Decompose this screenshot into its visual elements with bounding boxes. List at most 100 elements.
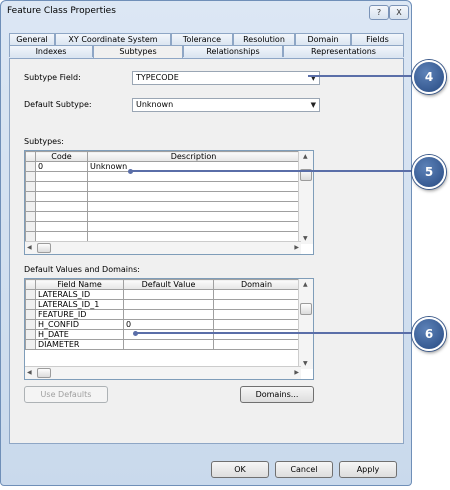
row-header[interactable] [25,329,36,340]
domain-cell[interactable] [213,339,300,350]
table-row[interactable] [25,211,300,222]
column-header-description[interactable]: Description [87,151,300,162]
tab-general[interactable]: General [9,33,55,45]
empty-cell[interactable] [87,231,300,242]
close-button[interactable]: X [389,5,409,20]
field-name-cell[interactable]: H_DATE [35,329,124,340]
row-header[interactable] [25,299,36,310]
default-value-cell[interactable]: 0 [123,319,214,330]
table-row[interactable]: DIAMETER [25,339,300,350]
subtype-field-select[interactable]: TYPECODE ▼ [132,71,320,85]
default-value-cell[interactable] [123,299,214,310]
tab-relationships[interactable]: Relationships [183,45,283,57]
tab-indexes[interactable]: Indexes [9,45,93,57]
domain-cell[interactable] [213,289,300,300]
row-header[interactable] [25,339,36,350]
domain-cell[interactable] [213,319,300,330]
empty-cell[interactable] [87,201,300,212]
empty-cell[interactable] [35,221,88,232]
table-row[interactable]: FEATURE_ID [25,309,300,320]
scroll-down-arrow-icon[interactable]: ▼ [303,360,308,367]
table-row[interactable] [25,231,300,242]
empty-cell[interactable] [87,181,300,192]
row-header[interactable] [25,201,36,212]
field-name-cell[interactable]: H_CONFID [35,319,124,330]
scroll-right-arrow-icon[interactable]: ▶ [294,244,299,251]
subtype-code-cell[interactable]: 0 [35,161,88,172]
subtypes-grid[interactable]: Code Description 0 Unknown ▲ ▼ ◀ ▶ [24,150,314,255]
column-header-field-name[interactable]: Field Name [35,279,124,290]
default-values-grid[interactable]: Field Name Default Value Domain LATERALS… [24,278,314,380]
domain-cell[interactable] [213,309,300,320]
empty-cell[interactable] [87,191,300,202]
cancel-button[interactable]: Cancel [275,461,333,478]
defaults-horizontal-scrollbar[interactable]: ◀ ▶ [25,366,301,379]
tab-resolution[interactable]: Resolution [233,33,295,45]
scroll-left-arrow-icon[interactable]: ◀ [27,369,32,376]
table-row[interactable] [25,201,300,212]
row-header[interactable] [25,319,36,330]
empty-cell[interactable] [87,221,300,232]
scroll-left-arrow-icon[interactable]: ◀ [27,244,32,251]
tab-tolerance[interactable]: Tolerance [171,33,233,45]
empty-cell[interactable] [35,201,88,212]
row-header[interactable] [25,309,36,320]
help-button[interactable]: ? [369,5,389,20]
field-name-cell[interactable]: LATERALS_ID_1 [35,299,124,310]
tab-xy-coordinate-system[interactable]: XY Coordinate System [55,33,171,45]
domains-button[interactable]: Domains... [240,386,314,403]
row-header[interactable] [25,191,36,202]
empty-cell[interactable] [35,231,88,242]
scroll-thumb[interactable] [300,303,312,315]
subtypes-horizontal-scrollbar[interactable]: ◀ ▶ [25,241,301,254]
scroll-thumb[interactable] [37,243,51,253]
empty-cell[interactable] [35,211,88,222]
row-header[interactable] [25,231,36,242]
use-defaults-button[interactable]: Use Defaults [24,386,108,403]
row-header[interactable] [25,221,36,232]
scroll-up-arrow-icon[interactable]: ▲ [303,281,308,288]
tab-subtypes[interactable]: Subtypes [93,45,183,58]
empty-cell[interactable] [87,171,300,182]
tab-fields[interactable]: Fields [351,33,404,45]
table-row[interactable] [25,221,300,232]
table-row[interactable]: LATERALS_ID_1 [25,299,300,310]
default-value-cell[interactable] [123,289,214,300]
field-name-cell[interactable]: DIAMETER [35,339,124,350]
tab-representations[interactable]: Representations [283,45,404,57]
field-name-cell[interactable]: LATERALS_ID [35,289,124,300]
row-header[interactable] [25,161,36,172]
default-value-cell[interactable] [123,339,214,350]
default-subtype-select[interactable]: Unknown ▼ [132,98,320,112]
table-row[interactable]: H_DATE [25,329,300,340]
scroll-right-arrow-icon[interactable]: ▶ [294,369,299,376]
scroll-up-arrow-icon[interactable]: ▲ [303,153,308,160]
row-header[interactable] [25,181,36,192]
domain-cell[interactable] [213,299,300,310]
apply-button[interactable]: Apply [339,461,397,478]
empty-cell[interactable] [87,211,300,222]
column-header-code[interactable]: Code [35,151,88,162]
column-header-domain[interactable]: Domain [213,279,300,290]
row-header[interactable] [25,211,36,222]
scroll-down-arrow-icon[interactable]: ▼ [303,235,308,242]
default-value-cell[interactable] [123,309,214,320]
ok-button[interactable]: OK [211,461,269,478]
table-row[interactable] [25,181,300,192]
table-row[interactable]: LATERALS_ID [25,289,300,300]
table-row[interactable] [25,171,300,182]
empty-cell[interactable] [35,191,88,202]
defaults-vertical-scrollbar[interactable]: ▲ ▼ [298,279,313,369]
empty-cell[interactable] [35,171,88,182]
tab-domain[interactable]: Domain [295,33,351,45]
column-header-default-value[interactable]: Default Value [123,279,214,290]
table-row[interactable]: H_CONFID 0 [25,319,300,330]
table-row[interactable] [25,191,300,202]
empty-cell[interactable] [35,181,88,192]
row-header[interactable] [25,289,36,300]
row-header[interactable] [25,171,36,182]
field-name-cell[interactable]: FEATURE_ID [35,309,124,320]
subtypes-vertical-scrollbar[interactable]: ▲ ▼ [298,151,313,244]
scroll-thumb[interactable] [37,368,51,378]
domain-cell[interactable] [213,329,300,340]
